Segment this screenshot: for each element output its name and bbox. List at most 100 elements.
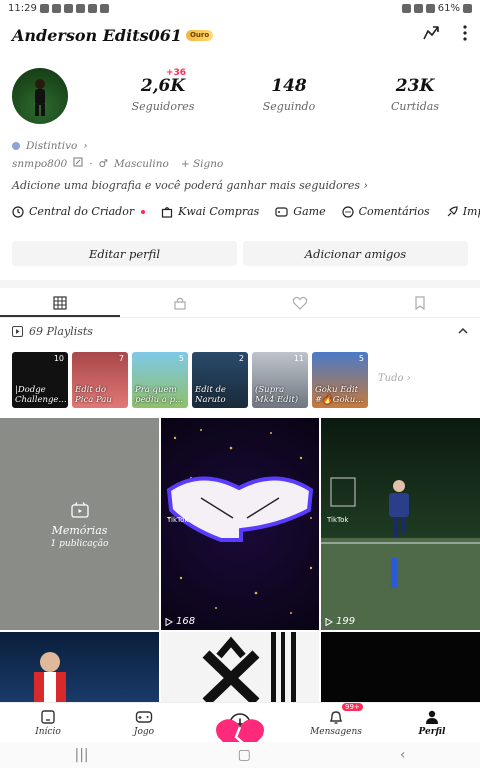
nav-home[interactable]: Início xyxy=(0,703,96,742)
distinctive-row[interactable]: Distintivo › xyxy=(12,140,88,152)
shortcut-label: Game xyxy=(293,205,326,218)
avatar[interactable] xyxy=(12,68,68,124)
see-all-playlists-link[interactable]: Tudo › xyxy=(378,373,411,384)
notification-icon xyxy=(39,3,49,13)
back-icon[interactable]: ‹ xyxy=(400,747,406,763)
video-artwork: TikTok xyxy=(321,477,480,630)
likes-stat[interactable]: 23K Curtidas xyxy=(352,76,478,113)
bio-prompt[interactable]: Adicione uma biografia e você poderá gan… xyxy=(12,179,368,192)
playlists-header[interactable]: 69 Playlists xyxy=(12,325,468,338)
video-thumbnail[interactable] xyxy=(0,632,159,702)
add-friends-button[interactable]: Adicionar amigos xyxy=(243,241,468,266)
shortcut-game[interactable]: Game xyxy=(275,205,326,218)
playlist-card[interactable]: 7 Edit do Pica Pau xyxy=(72,352,128,408)
memories-tile[interactable]: Memórias 1 publicação xyxy=(0,418,159,630)
followers-label: Seguidores xyxy=(131,100,195,113)
playlist-title: Pra quem pediu a p... xyxy=(135,385,184,405)
bell-icon xyxy=(329,710,343,724)
battery-level: 61% xyxy=(437,2,460,14)
alarm-icon xyxy=(401,3,411,13)
chevron-right-icon: › xyxy=(406,373,411,384)
following-label: Seguindo xyxy=(262,100,316,113)
playlist-card[interactable]: 5 Goku Edit #🔥Goku... xyxy=(312,352,368,408)
shopping-bag-icon xyxy=(162,206,173,218)
tab-posts[interactable] xyxy=(0,288,120,317)
playlist-card[interactable]: 2 Edit de Naruto xyxy=(192,352,248,408)
edit-profile-button[interactable]: Editar perfil xyxy=(12,241,237,266)
playlist-title: Edit do Pica Pau xyxy=(75,385,112,405)
chevron-right-icon: › xyxy=(363,179,368,192)
video-artwork xyxy=(34,652,66,702)
sign-link[interactable]: + Signo xyxy=(181,158,224,170)
nav-game[interactable]: Jogo xyxy=(96,703,192,742)
more-options-icon[interactable] xyxy=(462,24,468,46)
nav-profile[interactable]: Perfil xyxy=(384,703,480,742)
shortcut-label: Comentários xyxy=(358,205,430,218)
tab-liked[interactable] xyxy=(240,288,360,317)
playlist-video-count: 7 xyxy=(118,354,124,363)
nav-label: Jogo xyxy=(133,726,155,737)
wifi-icon xyxy=(413,3,423,13)
tab-private[interactable] xyxy=(120,288,240,317)
shortcut-comments[interactable]: Comentários xyxy=(341,205,430,218)
playlist-row: 10 |Dodge Challenge... 7 Edit do Pica Pa… xyxy=(12,352,368,408)
notification-icon xyxy=(75,3,85,13)
shortcut-kwai-shop[interactable]: Kwai Compras xyxy=(161,205,259,218)
view-count-value: 168 xyxy=(176,616,196,627)
nav-label: Perfil xyxy=(418,726,446,737)
edit-icon[interactable] xyxy=(73,157,83,170)
shortcut-boost[interactable]: Impulsi xyxy=(446,205,480,218)
rocket-icon xyxy=(447,205,458,216)
playlist-card[interactable]: 5 Pra quem pediu a p... xyxy=(132,352,188,408)
shortcut-creator-center[interactable]: Central do Criador xyxy=(12,205,146,218)
recent-apps-icon[interactable]: ||| xyxy=(75,747,89,763)
nav-messages[interactable]: 99+ Mensagens xyxy=(288,703,384,742)
chevron-right-icon: › xyxy=(83,140,88,152)
status-bar: 11:29 61% xyxy=(0,0,480,16)
video-thumbnail[interactable] xyxy=(161,632,319,702)
profile-info-row: snmpo800 · ♂ Masculino + Signo xyxy=(12,157,224,170)
content-tabs xyxy=(0,288,480,318)
bookmark-icon xyxy=(415,295,425,310)
home-system-icon[interactable]: ▢ xyxy=(238,747,251,763)
following-stat[interactable]: 148 Seguindo xyxy=(226,76,352,113)
profile-icon xyxy=(426,710,438,724)
playlist-title: |Dodge Challenge... xyxy=(15,385,67,405)
memories-title: Memórias xyxy=(51,524,108,537)
target-icon xyxy=(12,205,24,218)
nav-create[interactable] xyxy=(192,703,288,760)
video-thumbnail[interactable] xyxy=(321,632,480,702)
username: Anderson Edits061 xyxy=(12,25,182,45)
share-icon[interactable] xyxy=(422,24,440,46)
gender-icon: ♂ xyxy=(98,157,108,170)
playlist-card[interactable]: 10 |Dodge Challenge... xyxy=(12,352,68,408)
playlist-video-count: 5 xyxy=(358,354,364,363)
notification-icon xyxy=(87,3,97,13)
followers-stat[interactable]: 2,6K Seguidores +36 xyxy=(100,68,226,113)
tab-saved[interactable] xyxy=(360,288,480,317)
playlist-video-count: 2 xyxy=(238,354,244,363)
bottom-navigation: Início Jogo 99+ Mensagens Perfil xyxy=(0,702,480,760)
playlist-video-count: 10 xyxy=(53,354,64,363)
gender-label[interactable]: Masculino xyxy=(114,158,169,170)
watermark-label: TikTok xyxy=(166,516,189,524)
signal-icon xyxy=(425,3,435,13)
unread-dot xyxy=(141,209,146,214)
following-count: 148 xyxy=(271,76,307,96)
video-thumbnail[interactable]: TikTok 199 xyxy=(321,418,480,630)
see-all-label: Tudo xyxy=(378,373,404,384)
profile-stats: 2,6K Seguidores +36 148 Seguindo 23K Cur… xyxy=(100,68,480,113)
gold-badge[interactable]: Ouro xyxy=(185,29,214,41)
playlist-card[interactable]: 11 (Supra Mk4 Edit) xyxy=(252,352,308,408)
gamepad-icon xyxy=(135,710,153,723)
system-navigation: ||| ▢ ‹ xyxy=(0,742,480,768)
chevron-up-icon[interactable] xyxy=(458,325,468,338)
bio-prompt-text: Adicione uma biografia e você poderá gan… xyxy=(12,179,361,192)
playlist-icon xyxy=(12,326,23,337)
shortcut-row: Central do Criador Kwai Compras Game Com… xyxy=(12,205,480,218)
distinctive-icon xyxy=(12,142,20,150)
grid-icon xyxy=(53,295,67,310)
playlist-video-count: 11 xyxy=(293,354,304,363)
video-thumbnail[interactable]: TikTok 168 xyxy=(161,418,319,630)
watermark-label: TikTok xyxy=(326,516,349,524)
